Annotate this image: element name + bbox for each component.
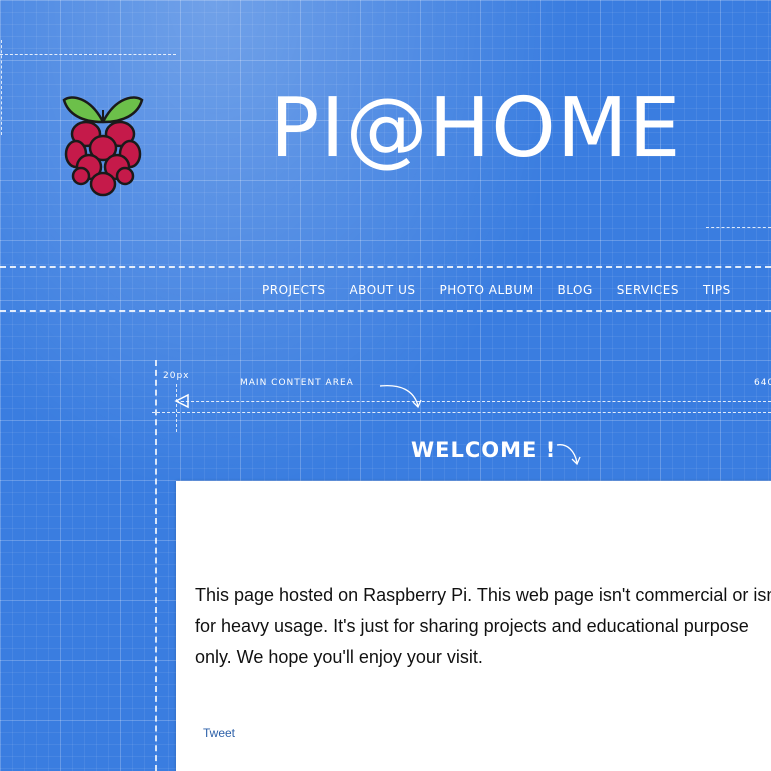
- nav-item-projects[interactable]: PROJECTS: [262, 283, 325, 297]
- nav-item-photo-album[interactable]: PHOTO ALBUM: [439, 283, 533, 297]
- sketch-line-header-bottom: [0, 310, 771, 312]
- main-content-panel: This page hosted on Raspberry Pi. This w…: [176, 481, 771, 771]
- nav-item-about-us[interactable]: ABOUT US: [349, 283, 415, 297]
- tweet-button[interactable]: Tweet: [203, 726, 235, 740]
- sketch-line-right-stub: [706, 227, 771, 228]
- site-title: PI@HOME: [270, 81, 682, 176]
- welcome-heading: WELCOME !: [411, 438, 557, 462]
- intro-text: This page hosted on Raspberry Pi. This w…: [195, 585, 771, 667]
- raspberry-pi-logo-icon: [62, 96, 144, 197]
- sketch-line-measure: [152, 412, 771, 413]
- sketch-line-top: [0, 54, 176, 55]
- nav-item-services[interactable]: SERVICES: [617, 283, 679, 297]
- nav-item-tips[interactable]: TIPS: [703, 283, 731, 297]
- main-nav: PROJECTS ABOUT US PHOTO ALBUM BLOG SERVI…: [262, 283, 755, 297]
- content-area-label: MAIN CONTENT AREA: [240, 378, 354, 388]
- curved-arrow-icon: [379, 384, 422, 409]
- content-width-label: 640: [754, 378, 771, 388]
- left-margin-label: 20px: [163, 371, 190, 381]
- sketch-line-content-left: [155, 360, 157, 771]
- welcome-arrow-icon: [556, 444, 581, 466]
- measure-arrow-icon: [174, 393, 189, 409]
- sketch-line-left-edge: [1, 40, 2, 135]
- sketch-line-header-top: [0, 266, 771, 268]
- nav-item-blog[interactable]: BLOG: [558, 283, 593, 297]
- sketch-line-measure-arrow: [176, 401, 771, 402]
- raspberry-pi-logo[interactable]: [58, 90, 148, 200]
